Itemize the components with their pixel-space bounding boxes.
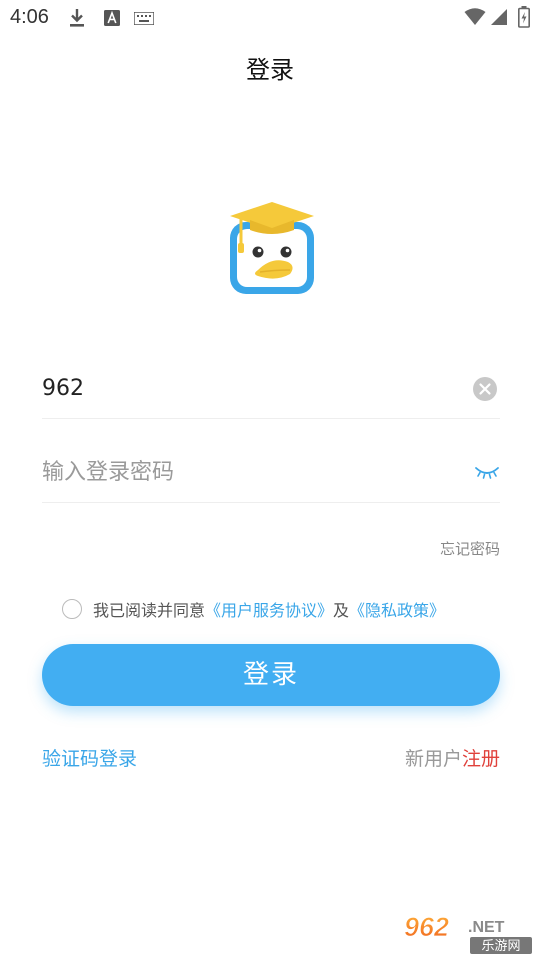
font-icon — [104, 10, 120, 26]
privacy-policy-link[interactable]: 《隐私政策》 — [349, 597, 445, 621]
agreement-checkbox[interactable] — [62, 599, 82, 619]
watermark-number: 962 — [404, 912, 449, 942]
app-logo-icon — [230, 202, 314, 294]
status-time: 4:06 — [10, 6, 49, 28]
signal-icon — [491, 9, 507, 25]
login-button[interactable]: 登录 — [42, 644, 500, 706]
new-user-text: 新用户注册 — [405, 744, 500, 771]
login-screen: 4:06 登录 962 忘记密码 我已阅读并同意 《用户服务协议》 及 《隐私政… — [0, 0, 540, 960]
account-row — [42, 358, 500, 419]
forgot-password-link[interactable]: 忘记密码 — [440, 538, 500, 559]
agreement-row: 我已阅读并同意 《用户服务协议》 及 《隐私政策》 — [62, 597, 445, 621]
agreement-prefix: 我已阅读并同意 — [93, 601, 206, 620]
new-user-label: 新用户 — [404, 748, 462, 770]
page-title: 登录 — [246, 56, 294, 84]
download-icon — [70, 9, 84, 27]
user-agreement-link[interactable]: 《用户服务协议》 — [205, 597, 333, 621]
watermark-site: 乐游网 — [481, 939, 520, 954]
password-row — [42, 442, 500, 503]
watermark-suffix: .NET — [468, 919, 505, 936]
eye-closed-icon[interactable] — [474, 464, 500, 480]
status-bar: 4:06 — [0, 0, 540, 36]
wifi-icon — [464, 8, 486, 25]
agreement-conjunction: 及 — [333, 601, 350, 620]
register-link[interactable]: 注册 — [462, 748, 500, 770]
account-input[interactable] — [42, 358, 462, 418]
code-login-link[interactable]: 验证码登录 — [42, 744, 137, 771]
clear-icon[interactable] — [472, 376, 498, 402]
password-input[interactable] — [42, 442, 462, 502]
battery-icon — [518, 6, 530, 28]
keyboard-icon — [134, 12, 154, 25]
site-watermark-logo: 962 .NET 乐游网 — [404, 912, 532, 954]
